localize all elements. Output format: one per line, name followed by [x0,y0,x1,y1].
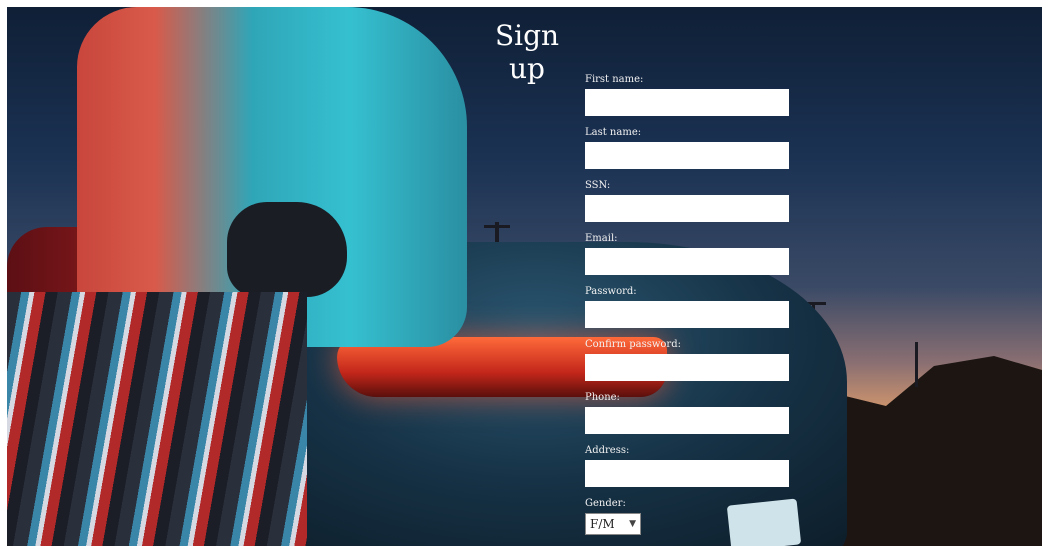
signup-form: First name: Last name: SSN: Email: Passw… [585,71,795,535]
email-label: Email: [585,233,618,244]
background-photo: Sign up First name: Last name: SSN: Emai… [7,7,1042,546]
last-name-label: Last name: [585,127,642,138]
confirm-password-label: Confirm password: [585,339,681,350]
page-title: Sign up [494,19,560,85]
utility-pole-far [915,342,918,387]
gender-select[interactable]: F/M ▼ [585,513,641,535]
gender-label: Gender: [585,498,626,509]
confirm-password-field[interactable] [585,354,789,381]
password-field[interactable] [585,301,789,328]
address-label: Address: [585,445,630,456]
utility-pole-center-crossbar [484,225,510,228]
gender-selected-value: F/M [590,517,615,531]
password-label: Password: [585,286,637,297]
address-field[interactable] [585,460,789,487]
last-name-field[interactable] [585,142,789,169]
ssn-field[interactable] [585,195,789,222]
first-name-field[interactable] [585,89,789,116]
person-figure [7,7,467,546]
email-field[interactable] [585,248,789,275]
chevron-down-icon: ▼ [629,519,636,529]
person-striped-pants [7,292,307,546]
phone-field[interactable] [585,407,789,434]
phone-label: Phone: [585,392,620,403]
first-name-label: First name: [585,74,644,85]
ssn-label: SSN: [585,180,611,191]
person-gloved-hand [227,202,347,297]
